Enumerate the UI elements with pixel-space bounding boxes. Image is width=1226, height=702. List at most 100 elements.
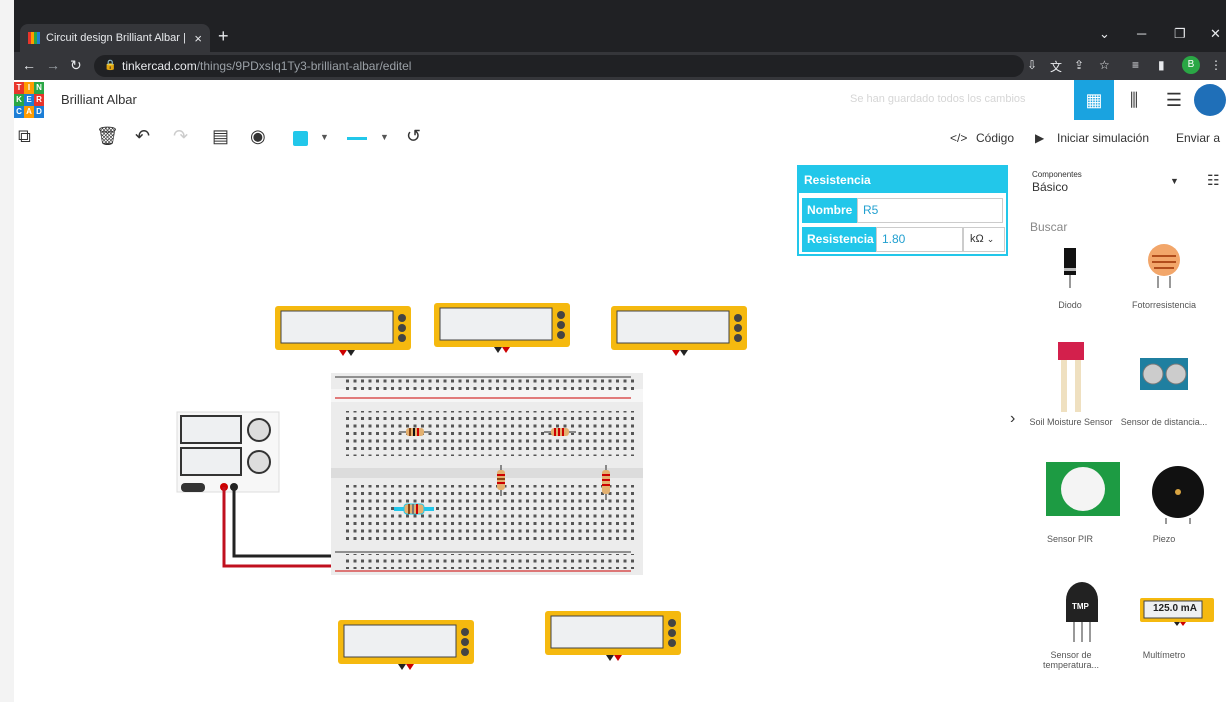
- component-diode[interactable]: Diodo: [1025, 300, 1115, 310]
- code-icon[interactable]: </>: [950, 131, 967, 145]
- url-field[interactable]: 🔒 tinkercad.com/things/9PDxsIq1Ty3-brill…: [94, 55, 1024, 77]
- component-soil-moisture-sensor[interactable]: Soil Moisture Sensor: [1025, 417, 1117, 427]
- component-list-button[interactable]: ☰: [1154, 80, 1194, 120]
- name-field[interactable]: R5: [857, 198, 1003, 223]
- forward-icon[interactable]: →: [46, 57, 60, 73]
- logo-letter: K: [14, 94, 24, 106]
- circuit-view-button[interactable]: ▦: [1074, 80, 1114, 120]
- install-icon[interactable]: ⇩: [1027, 58, 1037, 72]
- components-chevron-down-icon[interactable]: ▼: [1170, 176, 1179, 186]
- multimeter[interactable]: [275, 306, 411, 356]
- reload-icon[interactable]: ↻: [70, 57, 82, 74]
- component-photoresistor[interactable]: Fotorresistencia: [1119, 300, 1209, 310]
- url-path: /things/9PDxsIq1Ty3-brilliant-albar/edit…: [196, 59, 412, 73]
- share-icon[interactable]: ⇪: [1074, 58, 1084, 72]
- component-pir-sensor[interactable]: Sensor PIR: [1025, 534, 1115, 544]
- multimeter[interactable]: [611, 306, 747, 356]
- reading-list-icon[interactable]: ≡: [1132, 58, 1139, 72]
- logo-letter: A: [24, 106, 34, 118]
- profile-avatar[interactable]: B: [1182, 56, 1200, 74]
- resistance-label: Resistencia: [802, 227, 876, 252]
- close-window-icon[interactable]: ✕: [1210, 26, 1221, 42]
- panel-collapse-chevron-icon[interactable]: ›: [1010, 410, 1015, 428]
- resistance-field[interactable]: 1.80: [876, 227, 963, 252]
- back-icon[interactable]: ←: [22, 57, 36, 73]
- component-distance-sensor[interactable]: Sensor de distancia...: [1119, 417, 1209, 427]
- play-icon[interactable]: ▶: [1035, 131, 1044, 145]
- start-simulation-button[interactable]: Iniciar simulación: [1057, 131, 1149, 145]
- tmp-chip-label: TMP: [1072, 602, 1089, 611]
- top-holes: [344, 411, 634, 456]
- logo-letter: N: [34, 82, 44, 94]
- logo-letter: I: [24, 82, 34, 94]
- components-panel: [1022, 160, 1226, 702]
- code-button[interactable]: Código: [976, 131, 1014, 145]
- tinkercad-favicon-icon: [28, 32, 40, 44]
- positive-wire[interactable]: [222, 487, 334, 568]
- bottom-holes: [344, 485, 634, 540]
- lock-icon: 🔒: [104, 60, 117, 71]
- multimeter[interactable]: [545, 611, 681, 661]
- redo-icon[interactable]: ↷: [173, 126, 188, 147]
- rotate-icon[interactable]: ↺: [406, 126, 421, 147]
- tab-search-icon[interactable]: ⌄: [1099, 26, 1110, 42]
- power-supply[interactable]: [176, 411, 280, 493]
- user-avatar[interactable]: [1194, 84, 1226, 116]
- list-view-icon[interactable]: ☷: [1207, 172, 1220, 189]
- new-tab-button[interactable]: +: [218, 26, 229, 47]
- color-chevron-down-icon[interactable]: ▼: [320, 132, 329, 142]
- browser-tab[interactable]: Circuit design Brilliant Albar | Tin ×: [20, 24, 210, 52]
- restore-icon[interactable]: ❐: [1174, 26, 1186, 42]
- logo-letter: T: [14, 82, 24, 94]
- schematic-view-button[interactable]: ⫼: [1114, 80, 1154, 120]
- logo-letter: E: [24, 94, 34, 106]
- component-multimeter[interactable]: Multímetro: [1119, 650, 1209, 660]
- save-status: Se han guardado todos los cambios: [850, 93, 1026, 105]
- components-caption: Componentes: [1032, 170, 1082, 179]
- screen: Circuit design Brilliant Albar | Tin × +…: [14, 0, 1226, 702]
- side-panel-icon[interactable]: ▮: [1158, 58, 1165, 72]
- search-input[interactable]: Buscar: [1030, 220, 1067, 234]
- wire-type-button[interactable]: [347, 137, 367, 140]
- delete-icon[interactable]: 🗑: [96, 126, 119, 147]
- undo-icon[interactable]: ↶: [135, 126, 150, 147]
- unit-chevron-down-icon: ⌄: [986, 234, 995, 244]
- unit-value: kΩ: [970, 233, 984, 245]
- left-edge: [0, 0, 14, 702]
- browser-menu-icon[interactable]: ⋮: [1210, 58, 1222, 72]
- multimeter[interactable]: [434, 303, 570, 353]
- name-label: Nombre: [802, 198, 857, 223]
- multimeter[interactable]: [338, 620, 474, 670]
- tab-title: Circuit design Brilliant Albar | Tin: [46, 32, 189, 44]
- url-host: tinkercad.com: [122, 59, 197, 73]
- tinkercad-logo[interactable]: T I N K E R C A D: [14, 82, 45, 118]
- wire-chevron-down-icon[interactable]: ▼: [380, 132, 389, 142]
- browser-tab-bar: Circuit design Brilliant Albar | Tin × +…: [14, 0, 1226, 52]
- rail-holes: [344, 379, 634, 394]
- minimize-icon[interactable]: ─: [1137, 26, 1146, 41]
- bookmark-star-icon[interactable]: ☆: [1099, 58, 1110, 72]
- components-select[interactable]: Básico: [1032, 180, 1068, 194]
- unit-select[interactable]: kΩ ⌄: [963, 227, 1005, 252]
- multimeter-reading: 125.0 mA: [1153, 603, 1197, 614]
- negative-wire[interactable]: [232, 487, 334, 558]
- name-row: Nombre R5: [802, 198, 1003, 223]
- project-name[interactable]: Brilliant Albar: [61, 92, 137, 107]
- component-temperature-sensor[interactable]: Sensor de temperatura...: [1025, 650, 1117, 670]
- logo-letter: C: [14, 106, 24, 118]
- inspector-title: Resistencia: [799, 167, 1006, 193]
- rail-holes: [344, 554, 634, 569]
- close-tab-icon[interactable]: ×: [194, 31, 202, 46]
- app-header: [14, 80, 1226, 120]
- logo-letter: D: [34, 106, 44, 118]
- component-piezo[interactable]: Piezo: [1119, 534, 1209, 544]
- breadboard[interactable]: [331, 373, 643, 575]
- properties-inspector: Resistencia Nombre R5 Resistencia 1.80 k…: [797, 165, 1008, 256]
- note-icon[interactable]: ▤: [212, 126, 229, 147]
- wire-color-button[interactable]: [293, 131, 308, 146]
- translate-icon[interactable]: 文: [1050, 58, 1062, 75]
- resistance-row: Resistencia 1.80 kΩ ⌄: [802, 227, 1005, 252]
- copy-icon[interactable]: ⧉: [18, 126, 31, 147]
- notes-visibility-icon[interactable]: ◉: [250, 126, 266, 147]
- send-to-button[interactable]: Enviar a: [1176, 131, 1220, 145]
